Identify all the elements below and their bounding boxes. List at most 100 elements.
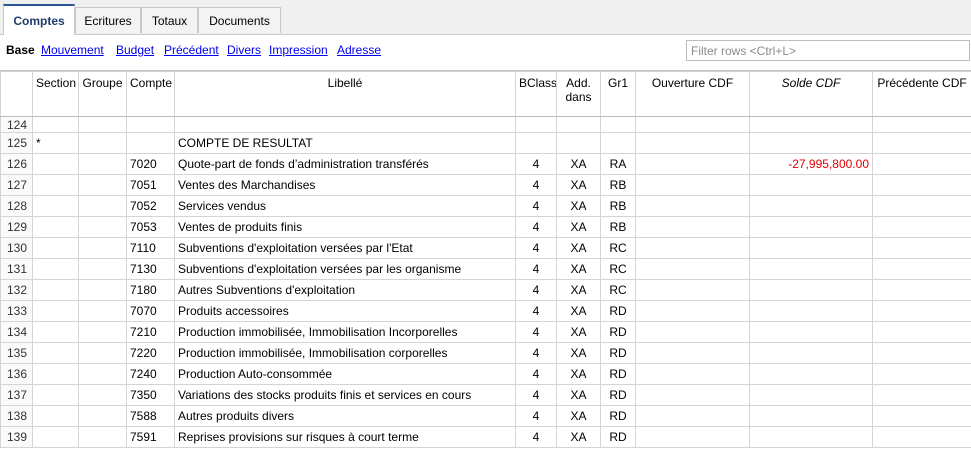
compte-cell[interactable]: 7210	[127, 322, 175, 343]
filter-rows-input[interactable]	[686, 40, 970, 61]
column-header-bclasse[interactable]: BClasse	[516, 72, 557, 117]
compte-cell[interactable]: 7053	[127, 217, 175, 238]
section-cell[interactable]	[33, 259, 79, 280]
table-row[interactable]: 1297053Ventes de produits finis4XARB	[1, 217, 971, 238]
add-dans-cell[interactable]	[557, 117, 601, 133]
add-dans-cell[interactable]: XA	[557, 175, 601, 196]
table-row[interactable]: 1357220Production immobilisée, Immobilis…	[1, 343, 971, 364]
section-cell[interactable]	[33, 322, 79, 343]
column-header-libelle[interactable]: Libellé	[175, 72, 516, 117]
solde-cell[interactable]	[750, 196, 873, 217]
compte-cell[interactable]: 7220	[127, 343, 175, 364]
ouverture-cell[interactable]	[636, 406, 750, 427]
precedente-cell[interactable]	[873, 238, 971, 259]
compte-cell[interactable]	[127, 117, 175, 133]
groupe-cell[interactable]	[79, 196, 127, 217]
precedente-cell[interactable]	[873, 427, 971, 448]
table-row[interactable]: 125*COMPTE DE RESULTAT	[1, 133, 971, 154]
libelle-cell[interactable]: Quote-part de fonds d’administration tra…	[175, 154, 516, 175]
solde-cell[interactable]	[750, 385, 873, 406]
section-cell[interactable]	[33, 238, 79, 259]
ouverture-cell[interactable]	[636, 117, 750, 133]
column-header-groupe[interactable]: Groupe	[79, 72, 127, 117]
tab-ecritures[interactable]: Ecritures	[75, 7, 141, 33]
ouverture-cell[interactable]	[636, 343, 750, 364]
libelle-cell[interactable]: Autres produits divers	[175, 406, 516, 427]
tab-comptes[interactable]: Comptes	[3, 4, 75, 35]
bclasse-cell[interactable]: 4	[516, 259, 557, 280]
solde-cell[interactable]	[750, 238, 873, 259]
ouverture-cell[interactable]	[636, 364, 750, 385]
bclasse-cell[interactable]: 4	[516, 196, 557, 217]
libelle-cell[interactable]: Services vendus	[175, 196, 516, 217]
compte-cell[interactable]: 7240	[127, 364, 175, 385]
add-dans-cell[interactable]: XA	[557, 322, 601, 343]
gr1-cell[interactable]: RD	[601, 385, 636, 406]
gr1-cell[interactable]: RC	[601, 280, 636, 301]
ouverture-cell[interactable]	[636, 280, 750, 301]
ouverture-cell[interactable]	[636, 238, 750, 259]
add-dans-cell[interactable]	[557, 133, 601, 154]
bclasse-cell[interactable]: 4	[516, 217, 557, 238]
solde-cell[interactable]: -27,995,800.00	[750, 154, 873, 175]
tab-totaux[interactable]: Totaux	[141, 7, 198, 33]
column-header-gr1[interactable]: Gr1	[601, 72, 636, 117]
table-row[interactable]: 1307110Subventions d'exploitation versée…	[1, 238, 971, 259]
ouverture-cell[interactable]	[636, 133, 750, 154]
libelle-cell[interactable]: Production immobilisée, Immobilisation c…	[175, 343, 516, 364]
view-base[interactable]: Base	[6, 43, 35, 57]
gr1-cell[interactable]: RD	[601, 406, 636, 427]
precedente-cell[interactable]	[873, 301, 971, 322]
bclasse-cell[interactable]: 4	[516, 427, 557, 448]
compte-cell[interactable]: 7070	[127, 301, 175, 322]
section-cell[interactable]	[33, 343, 79, 364]
ouverture-cell[interactable]	[636, 259, 750, 280]
section-cell[interactable]	[33, 117, 79, 133]
libelle-cell[interactable]: Reprises provisions sur risques à court …	[175, 427, 516, 448]
groupe-cell[interactable]	[79, 385, 127, 406]
libelle-cell[interactable]: Ventes des Marchandises	[175, 175, 516, 196]
table-row[interactable]: 1327180Autres Subventions d'exploitation…	[1, 280, 971, 301]
groupe-cell[interactable]	[79, 301, 127, 322]
ouverture-cell[interactable]	[636, 175, 750, 196]
column-header-ouverture[interactable]: Ouverture CDF	[636, 72, 750, 117]
solde-cell[interactable]	[750, 259, 873, 280]
table-row[interactable]: 1347210Production immobilisée, Immobilis…	[1, 322, 971, 343]
section-cell[interactable]	[33, 217, 79, 238]
groupe-cell[interactable]	[79, 133, 127, 154]
ouverture-cell[interactable]	[636, 427, 750, 448]
solde-cell[interactable]	[750, 364, 873, 385]
groupe-cell[interactable]	[79, 238, 127, 259]
precedente-cell[interactable]	[873, 175, 971, 196]
compte-cell[interactable]: 7180	[127, 280, 175, 301]
view-mouvement[interactable]: Mouvement	[41, 43, 104, 57]
table-row[interactable]: 124	[1, 117, 971, 133]
bclasse-cell[interactable]: 4	[516, 238, 557, 259]
precedente-cell[interactable]	[873, 196, 971, 217]
bclasse-cell[interactable]: 4	[516, 154, 557, 175]
gr1-cell[interactable]: RD	[601, 322, 636, 343]
ouverture-cell[interactable]	[636, 154, 750, 175]
precedente-cell[interactable]	[873, 259, 971, 280]
table-row[interactable]: 1267020Quote-part de fonds d’administrat…	[1, 154, 971, 175]
libelle-cell[interactable]: Ventes de produits finis	[175, 217, 516, 238]
table-row[interactable]: 1387588Autres produits divers4XARD	[1, 406, 971, 427]
ouverture-cell[interactable]	[636, 322, 750, 343]
gr1-cell[interactable]	[601, 117, 636, 133]
libelle-cell[interactable]: COMPTE DE RESULTAT	[175, 133, 516, 154]
section-cell[interactable]	[33, 280, 79, 301]
compte-cell[interactable]: 7350	[127, 385, 175, 406]
column-header-row-number[interactable]	[1, 72, 33, 117]
section-cell[interactable]	[33, 196, 79, 217]
libelle-cell[interactable]: Subventions d'exploitation versées par l…	[175, 259, 516, 280]
table-row[interactable]: 1317130Subventions d'exploitation versée…	[1, 259, 971, 280]
groupe-cell[interactable]	[79, 364, 127, 385]
solde-cell[interactable]	[750, 301, 873, 322]
libelle-cell[interactable]: Produits accessoires	[175, 301, 516, 322]
ouverture-cell[interactable]	[636, 217, 750, 238]
groupe-cell[interactable]	[79, 175, 127, 196]
add-dans-cell[interactable]: XA	[557, 280, 601, 301]
solde-cell[interactable]	[750, 117, 873, 133]
bclasse-cell[interactable]: 4	[516, 385, 557, 406]
solde-cell[interactable]	[750, 280, 873, 301]
